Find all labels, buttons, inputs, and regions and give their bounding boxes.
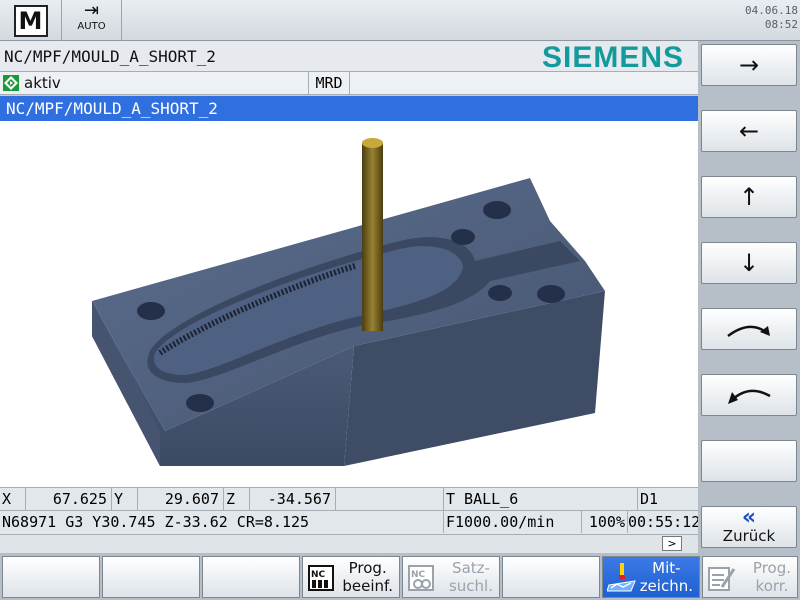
block-search-icon: NC — [408, 565, 434, 591]
softkey-h1[interactable] — [2, 556, 100, 598]
auto-label: AUTO — [77, 21, 106, 32]
bolt-hole — [488, 285, 512, 301]
svg-text:NC: NC — [411, 570, 426, 580]
back-label: Zurück — [722, 527, 776, 545]
recording-icon — [607, 563, 636, 592]
z-axis-label: Z — [224, 488, 250, 510]
vertical-softkey-bar: → ← ↑ ↓ « Zurück — [698, 41, 800, 553]
nc-program-icon: NC — [308, 565, 334, 591]
softkey-label-line2: suchl. — [448, 577, 493, 595]
date-time: 04.06.18 08:52 — [678, 4, 798, 32]
program-active-icon — [3, 75, 19, 91]
block-search-button[interactable]: NC Satz-suchl. — [402, 556, 500, 598]
bolt-hole — [483, 201, 511, 219]
tool-top — [362, 138, 383, 148]
date: 04.06.18 — [745, 4, 798, 17]
bolt-hole — [186, 394, 214, 412]
nc-block-row: N68971 G3 Y30.745 Z-33.62 CR=8.125 F1000… — [0, 511, 701, 535]
edit-program-icon — [708, 567, 736, 591]
left-arrow-icon: ← — [738, 117, 760, 145]
program-status-row: aktiv MRD — [0, 72, 698, 95]
auto-arrow-icon: ⇥ — [83, 0, 100, 21]
top-status-bar: M ⇥ AUTO 04.06.18 08:52 — [0, 0, 800, 41]
y-axis-value: 29.607 — [138, 488, 224, 510]
softkey-label-line1: Prog. — [752, 559, 791, 577]
simultaneous-recording-button[interactable]: Mit-zeichn. — [602, 556, 700, 598]
axis-position-row: X 67.625 Y 29.607 Z -34.567 T BALL_6 D1 — [0, 487, 698, 511]
back-chevron-icon: « — [741, 505, 757, 530]
simulation-view[interactable] — [0, 121, 698, 487]
nc-block-text: N68971 G3 Y30.745 Z-33.62 CR=8.125 — [0, 511, 444, 533]
softkey-label-line1: Satz- — [452, 559, 490, 577]
run-time: 00:55:12 — [628, 513, 701, 531]
softkey-h6[interactable] — [502, 556, 600, 598]
mrd-indicator: MRD — [308, 72, 350, 95]
program-correct-button[interactable]: Prog. korr. — [702, 556, 798, 598]
back-button[interactable]: « Zurück — [701, 506, 797, 548]
siemens-logo: SIEMENS — [541, 41, 684, 74]
softkey-up-arrow[interactable]: ↑ — [701, 176, 797, 218]
bolt-hole — [451, 229, 475, 245]
softkey-label-line1: Mit- — [652, 559, 681, 577]
rotate-clockwise-icon — [727, 325, 770, 337]
softkey-rotate-clockwise[interactable] — [701, 308, 797, 350]
softkey-h3[interactable] — [202, 556, 300, 598]
scroll-right-button[interactable]: > — [662, 536, 682, 551]
z-axis-value: -34.567 — [250, 488, 336, 510]
program-path: NC/MPF/MOULD_A_SHORT_2 — [4, 47, 216, 66]
softkey-h2[interactable] — [102, 556, 200, 598]
softkey-label-line2: korr. — [755, 577, 789, 595]
mould-3d-graphic — [92, 138, 605, 466]
mode-m-icon: M — [13, 4, 48, 37]
softkey-down-arrow[interactable]: ↓ — [701, 242, 797, 284]
operating-mode-jog[interactable]: M — [0, 0, 62, 41]
program-control-button[interactable]: NC Prog. beeinf. — [302, 556, 400, 598]
bolt-hole — [537, 285, 565, 303]
tool-name: T BALL_6 — [444, 488, 638, 510]
time: 08:52 — [764, 18, 798, 31]
mode-m-label: M — [18, 6, 43, 35]
softkey-label-line1: Prog. — [348, 559, 387, 577]
x-axis-value: 67.625 — [26, 488, 112, 510]
down-arrow-icon: ↓ — [738, 249, 760, 277]
softkey-label-line2: beeinf. — [342, 577, 393, 595]
milling-tool — [362, 143, 383, 331]
horizontal-softkey-bar: NC Prog. beeinf. NC Satz-suchl. Mit-zeich… — [0, 553, 800, 600]
softkey-left-arrow[interactable]: ← — [701, 110, 797, 152]
x-axis-label: X — [0, 488, 26, 510]
svg-text:NC: NC — [311, 570, 326, 580]
scroll-row: > — [0, 535, 698, 553]
softkey-empty[interactable] — [701, 440, 797, 482]
right-arrow-icon: → — [738, 51, 760, 79]
operating-mode-auto[interactable]: ⇥ AUTO — [62, 0, 122, 41]
y-axis-label: Y — [112, 488, 138, 510]
softkey-right-arrow[interactable]: → — [701, 44, 797, 86]
rotate-counterclockwise-icon — [728, 389, 771, 404]
softkey-rotate-counterclockwise[interactable] — [701, 374, 797, 416]
program-status: aktiv — [24, 74, 61, 92]
up-arrow-icon: ↑ — [738, 183, 760, 211]
program-path-bar: NC/MPF/MOULD_A_SHORT_2 SIEMENS — [0, 41, 698, 74]
bolt-hole — [137, 302, 165, 320]
empty-cell — [336, 488, 444, 510]
tool-offset: D1 — [640, 490, 659, 508]
program-title-bar: NC/MPF/MOULD_A_SHORT_2 — [0, 96, 698, 121]
override-percent: 100% — [582, 511, 628, 533]
feed-rate: F1000.00/min — [444, 511, 582, 533]
softkey-label-line2: zeichn. — [639, 577, 693, 595]
